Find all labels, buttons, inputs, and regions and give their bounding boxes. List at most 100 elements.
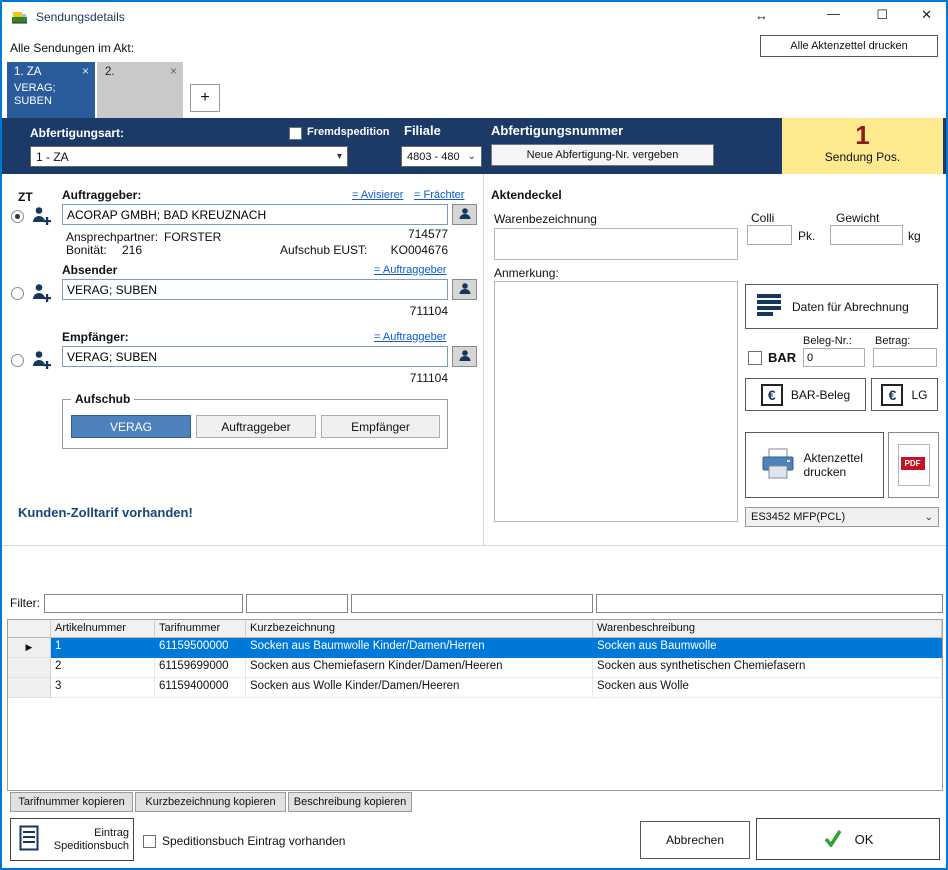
column-header-tarifnummer[interactable]: Tarifnummer xyxy=(155,620,246,638)
window-title: Sendungsdetails xyxy=(36,10,125,24)
ok-button[interactable]: OK xyxy=(756,818,940,860)
tab-sendung-1[interactable]: 1. ZA × VERAG; SUBEN xyxy=(7,62,95,118)
add-contact-empfaenger-icon[interactable] xyxy=(31,349,52,373)
minimize-icon[interactable]: — xyxy=(827,6,840,21)
tarifnummer-kopieren-label: Tarifnummer kopieren xyxy=(18,796,124,808)
absender-number: 711104 xyxy=(398,304,448,318)
daten-fuer-abrechnung-label: Daten für Abrechnung xyxy=(792,300,909,314)
cell-artikelnummer[interactable]: 1 xyxy=(51,638,155,658)
beleg-nr-input[interactable] xyxy=(803,348,865,367)
row-header-column[interactable] xyxy=(8,620,51,638)
aktenzettel-drucken-button[interactable]: Aktenzettel drucken xyxy=(745,432,884,498)
empfaenger-contact-card-button[interactable] xyxy=(452,346,477,367)
filter-input-1[interactable] xyxy=(44,594,243,613)
alle-aktenzettel-drucken-label: Alle Aktenzettel drucken xyxy=(790,40,907,52)
printer-icon xyxy=(760,448,796,483)
aufschub-eust-label: Aufschub EUST: xyxy=(280,243,367,257)
printer-select-value: ES3452 MFP(PCL) xyxy=(751,511,845,523)
sendung-pos-box: 1 Sendung Pos. xyxy=(782,118,943,174)
filter-input-4[interactable] xyxy=(596,594,943,613)
alle-aktenzettel-drucken-button[interactable]: Alle Aktenzettel drucken xyxy=(760,35,938,57)
bar-beleg-label: BAR-Beleg xyxy=(791,388,850,402)
warenbezeichnung-input[interactable] xyxy=(494,228,738,260)
abfertigungsart-label: Abfertigungsart: xyxy=(30,126,124,140)
abbrechen-button[interactable]: Abbrechen xyxy=(640,821,750,859)
cell-artikelnummer[interactable]: 3 xyxy=(51,678,155,698)
eintrag-speditionsbuch-label: Eintrag Speditionsbuch xyxy=(47,827,133,853)
absender-radio[interactable] xyxy=(11,287,24,300)
column-header-kurzbezeichnung[interactable]: Kurzbezeichnung xyxy=(246,620,593,638)
cell-warenbeschreibung[interactable]: Socken aus Wolle xyxy=(593,678,942,698)
fremdspedition-checkbox[interactable] xyxy=(289,127,302,140)
cell-tarifnummer[interactable]: 61159400000 xyxy=(155,678,246,698)
cell-warenbeschreibung[interactable]: Socken aus synthetischen Chemiefasern xyxy=(593,658,942,678)
bar-beleg-button[interactable]: € BAR-Beleg xyxy=(745,378,866,411)
filter-input-2[interactable] xyxy=(246,594,348,613)
add-contact-absender-icon[interactable] xyxy=(31,282,52,306)
maximize-icon[interactable]: ☐ xyxy=(876,7,888,23)
cell-kurzbezeichnung[interactable]: Socken aus Baumwolle Kinder/Damen/Herren xyxy=(246,638,593,658)
table-row[interactable]: ▶ 1 61159500000 Socken aus Baumwolle Kin… xyxy=(8,638,942,658)
absender-input[interactable] xyxy=(62,279,448,300)
pdf-button[interactable]: PDF xyxy=(888,432,939,498)
eintrag-speditionsbuch-button[interactable]: Eintrag Speditionsbuch xyxy=(10,818,134,861)
empfaenger-input[interactable] xyxy=(62,346,448,367)
row-selector[interactable] xyxy=(8,678,51,698)
empfaenger-auftraggeber-link[interactable]: = Auftraggeber xyxy=(374,331,446,343)
cell-artikelnummer[interactable]: 2 xyxy=(51,658,155,678)
cell-warenbeschreibung[interactable]: Socken aus Baumwolle xyxy=(593,638,942,658)
absender-auftraggeber-link[interactable]: = Auftraggeber xyxy=(374,264,446,276)
cell-tarifnummer[interactable]: 61159500000 xyxy=(155,638,246,658)
speditionsbuch-checkbox[interactable] xyxy=(143,835,156,848)
colli-input[interactable] xyxy=(747,225,792,245)
beschreibung-kopieren-button[interactable]: Beschreibung kopieren xyxy=(288,792,412,812)
auftraggeber-radio[interactable] xyxy=(11,210,24,223)
anmerkung-textarea[interactable] xyxy=(494,281,738,522)
aufschub-auftraggeber-label: Auftraggeber xyxy=(221,420,290,434)
row-selector[interactable] xyxy=(8,658,51,678)
tab-2-close-icon[interactable]: × xyxy=(170,64,177,78)
resize-arrows-icon[interactable]: ↔ xyxy=(755,8,768,23)
abfertigungsnummer-label: Abfertigungsnummer xyxy=(491,123,623,138)
column-header-artikelnummer[interactable]: Artikelnummer xyxy=(51,620,155,638)
neue-abfertigung-button[interactable]: Neue Abfertigung-Nr. vergeben xyxy=(491,144,714,166)
cell-kurzbezeichnung[interactable]: Socken aus Chemiefasern Kinder/Damen/Hee… xyxy=(246,658,593,678)
auftraggeber-contact-card-button[interactable] xyxy=(452,204,477,225)
add-tab-button[interactable]: + xyxy=(190,84,220,112)
contact-card-icon xyxy=(458,349,472,365)
close-icon[interactable]: ✕ xyxy=(921,7,932,23)
aktendeckel-title: Aktendeckel xyxy=(491,188,562,202)
aufschub-auftraggeber-button[interactable]: Auftraggeber xyxy=(196,415,316,438)
filter-input-3[interactable] xyxy=(351,594,593,613)
bar-checkbox[interactable] xyxy=(748,351,762,365)
add-contact-auftraggeber-icon[interactable] xyxy=(31,205,52,229)
absender-contact-card-button[interactable] xyxy=(452,279,477,300)
table-row[interactable]: 3 61159400000 Socken aus Wolle Kinder/Da… xyxy=(8,678,942,698)
list-document-icon xyxy=(756,293,782,320)
auftraggeber-input[interactable] xyxy=(62,204,448,225)
lg-button[interactable]: € LG xyxy=(871,378,938,411)
cell-tarifnummer[interactable]: 61159699000 xyxy=(155,658,246,678)
empfaenger-radio[interactable] xyxy=(11,354,24,367)
empfaenger-label: Empfänger: xyxy=(62,330,129,344)
empfaenger-number: 711104 xyxy=(398,371,448,385)
row-selector-arrow-icon[interactable]: ▶ xyxy=(8,638,51,658)
gewicht-input[interactable] xyxy=(830,225,903,245)
table-row[interactable]: 2 61159699000 Socken aus Chemiefasern Ki… xyxy=(8,658,942,678)
tab-1-close-icon[interactable]: × xyxy=(82,64,89,78)
auftraggeber-number: 714577 xyxy=(398,227,448,241)
tarifnummer-kopieren-button[interactable]: Tarifnummer kopieren xyxy=(10,792,133,812)
fraechter-link[interactable]: = Frächter xyxy=(414,189,464,201)
abfertigungsart-select[interactable]: 1 - ZA ▾ xyxy=(30,146,348,167)
daten-fuer-abrechnung-button[interactable]: Daten für Abrechnung xyxy=(745,284,938,329)
aufschub-verag-button[interactable]: VERAG xyxy=(71,415,191,438)
printer-select[interactable]: ES3452 MFP(PCL) ⌄ xyxy=(745,507,939,527)
kurzbezeichnung-kopieren-button[interactable]: Kurzbezeichnung kopieren xyxy=(135,792,286,812)
filiale-select[interactable]: 4803 - 480 ⌄ xyxy=(401,146,482,167)
tab-sendung-2[interactable]: 2. × xyxy=(97,62,183,118)
cell-kurzbezeichnung[interactable]: Socken aus Wolle Kinder/Damen/Heeren xyxy=(246,678,593,698)
betrag-input[interactable] xyxy=(873,348,937,367)
column-header-warenbeschreibung[interactable]: Warenbeschreibung xyxy=(593,620,942,638)
avisierer-link[interactable]: = Avisierer xyxy=(352,189,403,201)
aufschub-empfaenger-button[interactable]: Empfänger xyxy=(321,415,440,438)
